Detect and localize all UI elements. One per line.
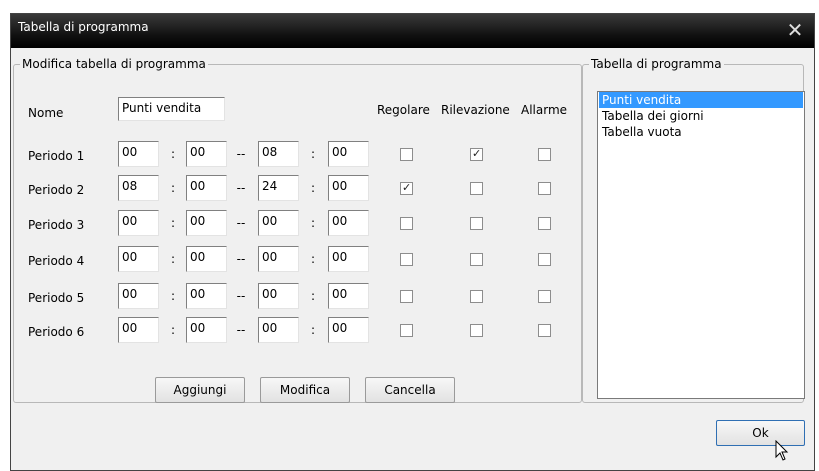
- period-2-regolare-checkbox[interactable]: ✓: [400, 181, 413, 195]
- period-2-end-h-input[interactable]: 24: [258, 175, 299, 201]
- period-5-end-h-input[interactable]: 00: [258, 283, 299, 309]
- header-allarme: Allarme: [521, 103, 568, 117]
- period-4-end-h-input[interactable]: 00: [258, 246, 299, 272]
- period-6-time-separator: :: [310, 323, 316, 337]
- period-label-6: Periodo 6: [28, 325, 85, 339]
- period-1-allarme-checkbox[interactable]: [538, 148, 551, 161]
- program-table-list[interactable]: Punti vendita Tabella dei giorni Tabella…: [597, 91, 805, 399]
- period-4-time-separator: :: [170, 252, 176, 266]
- period-2-start-m-input[interactable]: 00: [186, 175, 227, 201]
- checkmark-icon: ✓: [402, 181, 412, 194]
- period-4-start-m-input[interactable]: 00: [186, 246, 227, 272]
- period-4-time-separator: :: [310, 252, 316, 266]
- period-2-start-h-input[interactable]: 08: [118, 175, 159, 201]
- period-5-range-separator: --: [236, 289, 246, 303]
- name-label: Nome: [28, 106, 64, 120]
- period-5-regolare-checkbox[interactable]: [400, 290, 413, 303]
- period-6-end-m-input[interactable]: 00: [328, 317, 369, 343]
- period-1-end-m-input[interactable]: 00: [328, 141, 369, 167]
- period-3-start-m-input[interactable]: 00: [186, 210, 227, 236]
- period-1-time-separator: :: [310, 147, 316, 161]
- period-1-start-m-input[interactable]: 00: [186, 141, 227, 167]
- period-label-1: Periodo 1: [28, 149, 85, 163]
- edit-button[interactable]: Modifica: [260, 377, 350, 403]
- period-2-time-separator: :: [170, 181, 176, 195]
- list-item-tabella-vuota[interactable]: Tabella vuota: [599, 124, 803, 140]
- period-3-regolare-checkbox[interactable]: [400, 217, 413, 230]
- period-5-time-separator: :: [170, 289, 176, 303]
- period-6-allarme-checkbox[interactable]: [538, 324, 551, 337]
- header-regolare: Regolare: [377, 103, 430, 117]
- period-2-time-separator: :: [310, 181, 316, 195]
- name-input[interactable]: Punti vendita: [118, 97, 225, 121]
- period-1-end-h-input[interactable]: 08: [258, 141, 299, 167]
- period-3-time-separator: :: [170, 216, 176, 230]
- period-3-end-m-input[interactable]: 00: [328, 210, 369, 236]
- period-4-rilevazione-checkbox[interactable]: [470, 253, 483, 266]
- period-6-time-separator: :: [170, 323, 176, 337]
- table-list-legend: Tabella di programma: [591, 57, 722, 71]
- header-rilevazione: Rilevazione: [441, 103, 510, 117]
- period-6-range-separator: --: [236, 323, 246, 337]
- period-5-allarme-checkbox[interactable]: [538, 290, 551, 303]
- edit-group-legend: Modifica tabella di programma: [22, 57, 206, 71]
- period-4-range-separator: --: [236, 252, 246, 266]
- period-5-rilevazione-checkbox[interactable]: [470, 290, 483, 303]
- checkmark-icon: ✓: [472, 147, 482, 160]
- period-3-end-h-input[interactable]: 00: [258, 210, 299, 236]
- period-label-2: Periodo 2: [28, 183, 85, 197]
- delete-button[interactable]: Cancella: [365, 377, 455, 403]
- title-bar: Tabella di programma ✕: [11, 14, 814, 48]
- period-5-time-separator: :: [310, 289, 316, 303]
- period-label-3: Periodo 3: [28, 218, 85, 232]
- period-3-time-separator: :: [310, 216, 316, 230]
- period-1-time-separator: :: [170, 147, 176, 161]
- mouse-pointer-icon: [775, 440, 789, 461]
- period-2-allarme-checkbox[interactable]: [538, 182, 551, 195]
- period-3-rilevazione-checkbox[interactable]: [470, 217, 483, 230]
- period-4-end-m-input[interactable]: 00: [328, 246, 369, 272]
- period-5-start-m-input[interactable]: 00: [186, 283, 227, 309]
- list-item-punti-vendita[interactable]: Punti vendita: [599, 92, 803, 108]
- period-2-end-m-input[interactable]: 00: [328, 175, 369, 201]
- window-title: Tabella di programma: [18, 20, 149, 34]
- period-4-allarme-checkbox[interactable]: [538, 253, 551, 266]
- ok-button[interactable]: Ok: [716, 420, 805, 446]
- period-2-range-separator: --: [236, 181, 246, 195]
- period-6-end-h-input[interactable]: 00: [258, 317, 299, 343]
- period-1-rilevazione-checkbox[interactable]: ✓: [470, 147, 483, 161]
- period-5-start-h-input[interactable]: 00: [118, 283, 159, 309]
- period-6-regolare-checkbox[interactable]: [400, 324, 413, 337]
- period-1-start-h-input[interactable]: 00: [118, 141, 159, 167]
- period-5-end-m-input[interactable]: 00: [328, 283, 369, 309]
- period-3-range-separator: --: [236, 216, 246, 230]
- period-4-regolare-checkbox[interactable]: [400, 253, 413, 266]
- period-6-rilevazione-checkbox[interactable]: [470, 324, 483, 337]
- close-icon[interactable]: ✕: [784, 19, 806, 41]
- period-6-start-h-input[interactable]: 00: [118, 317, 159, 343]
- period-3-start-h-input[interactable]: 00: [118, 210, 159, 236]
- period-1-regolare-checkbox[interactable]: [400, 148, 413, 161]
- period-2-rilevazione-checkbox[interactable]: [470, 182, 483, 195]
- add-button[interactable]: Aggiungi: [155, 377, 245, 403]
- period-label-4: Periodo 4: [28, 254, 85, 268]
- period-6-start-m-input[interactable]: 00: [186, 317, 227, 343]
- list-item-tabella-giorni[interactable]: Tabella dei giorni: [599, 108, 803, 124]
- period-4-start-h-input[interactable]: 00: [118, 246, 159, 272]
- period-label-5: Periodo 5: [28, 291, 85, 305]
- period-3-allarme-checkbox[interactable]: [538, 217, 551, 230]
- period-1-range-separator: --: [236, 147, 246, 161]
